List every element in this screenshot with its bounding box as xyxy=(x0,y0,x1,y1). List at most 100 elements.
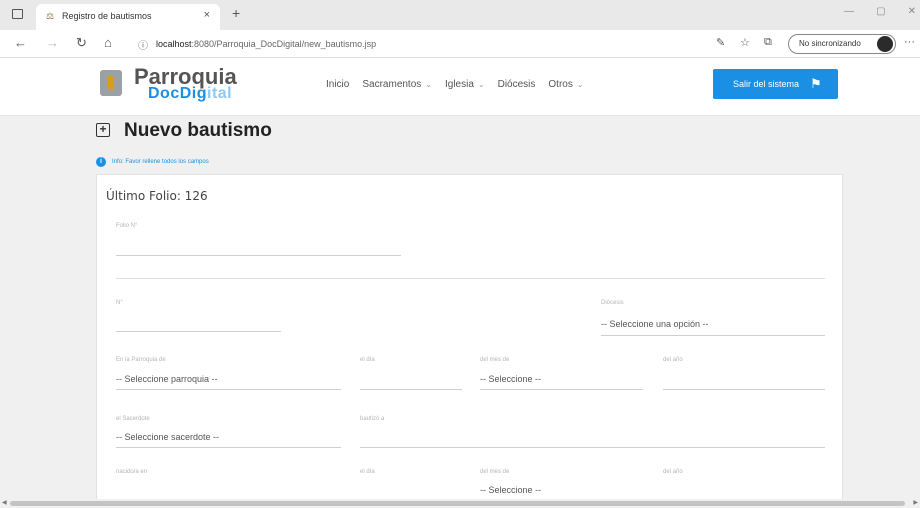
exit-button[interactable]: Salir del sistema ⚑ xyxy=(713,69,838,99)
last-folio: Último Folio: 126 xyxy=(106,189,208,203)
main-nav: Inicio Sacramentos ⌄ Iglesia ⌄ Diócesis Ot… xyxy=(326,79,584,90)
sacerdote-label: el Sacerdote xyxy=(116,416,150,422)
url-host: localhost xyxy=(156,39,192,49)
sacerdote-underline xyxy=(116,447,341,448)
forward-icon[interactable]: → xyxy=(46,35,59,50)
minimize-button[interactable]: — xyxy=(844,6,854,17)
logo-sub-strong: DocDig xyxy=(148,85,207,102)
nav-label: Inicio xyxy=(326,79,350,90)
parroquia-underline xyxy=(116,389,341,390)
number-label: N° xyxy=(116,300,123,306)
day-underline xyxy=(360,389,462,390)
sacerdote-select[interactable]: el Sacerdote -- Seleccione sacerdote -- xyxy=(116,416,341,452)
folio-underline xyxy=(116,255,401,256)
number-underline xyxy=(116,331,281,332)
read-aloud-icon[interactable]: ✎ xyxy=(716,36,725,49)
scrollbar-thumb[interactable] xyxy=(10,501,905,506)
nav-item-iglesia[interactable]: Iglesia ⌄ xyxy=(445,79,485,90)
logo-icon xyxy=(100,70,122,96)
exit-button-label: Salir del sistema xyxy=(733,79,800,89)
nav-label: Iglesia xyxy=(444,79,474,90)
site-header: Parroquia DocDigital Inicio Sacramentos ⌄… xyxy=(0,58,920,116)
collections-icon[interactable]: ⧉ xyxy=(764,36,772,49)
day-field[interactable]: el día xyxy=(360,357,462,393)
window-controls: — ▢ ✕ xyxy=(844,6,916,17)
logo-subtitle: DocDigital xyxy=(148,85,232,103)
horizontal-scrollbar[interactable]: ◀ ▶ xyxy=(0,499,920,508)
number-field[interactable]: N° xyxy=(116,300,281,334)
birthplace-label: nacido/a en xyxy=(116,469,148,475)
url-text: localhost:8080/Parroquia_DocDigital/new_… xyxy=(156,39,376,49)
plus-square-icon: + xyxy=(96,123,110,137)
year-field[interactable]: del año xyxy=(663,357,825,393)
nav-item-sacramentos[interactable]: Sacramentos ⌄ xyxy=(362,79,432,90)
baptized-name-field[interactable]: bautizó a xyxy=(360,416,825,452)
more-icon[interactable]: ··· xyxy=(904,36,915,48)
window-icon[interactable] xyxy=(12,9,23,19)
year-label: del año xyxy=(663,357,683,363)
close-window-button[interactable]: ✕ xyxy=(908,6,916,17)
scroll-right-icon[interactable]: ▶ xyxy=(913,499,918,506)
exit-icon: ⚑ xyxy=(810,76,822,91)
info-text: Info: Favor rellene todos los campos xyxy=(112,159,209,165)
parroquia-select[interactable]: En la Parroquia de -- Seleccione parroqu… xyxy=(116,357,341,393)
month-underline xyxy=(480,389,643,390)
new-tab-button[interactable]: + xyxy=(232,5,240,21)
baptized-underline xyxy=(360,447,825,448)
birth-year-field[interactable]: del año xyxy=(663,469,825,503)
reload-icon[interactable]: ↻ xyxy=(76,35,87,51)
baptized-label: bautizó a xyxy=(360,416,385,422)
address-bar-row: ← → ↻ ⌂ ⓘ localhost:8080/Parroquia_DocDi… xyxy=(0,30,920,58)
info-icon: i xyxy=(96,157,106,167)
nav-item-otros[interactable]: Otros ⌄ xyxy=(548,79,583,90)
day-label: el día xyxy=(360,357,375,363)
chevron-down-icon: ⌄ xyxy=(477,80,485,89)
site-info-icon[interactable]: ⓘ xyxy=(138,37,148,52)
browser-tab[interactable]: ⚖ Registro de bautismos × xyxy=(36,4,220,30)
birth-year-label: del año xyxy=(663,469,683,475)
nav-label: Diócesis xyxy=(497,79,536,90)
form-card: Último Folio: 126 Folio N° N° Diócesis -… xyxy=(96,174,843,504)
month-value: -- Seleccione -- xyxy=(480,374,542,384)
diocesis-label: Diócesis xyxy=(601,300,624,306)
birth-month-value: -- Seleccione -- xyxy=(480,485,542,495)
profile-button[interactable]: No sincronizando xyxy=(788,34,896,54)
parroquia-value: -- Seleccione parroquia -- xyxy=(116,374,218,384)
birth-day-field[interactable]: el día xyxy=(360,469,462,503)
birth-month-select[interactable]: del mes de -- Seleccione -- xyxy=(480,469,643,503)
folio-label: Folio N° xyxy=(116,223,138,229)
profile-label: No sincronizando xyxy=(799,39,861,48)
month-label: del mes de xyxy=(480,357,510,363)
nav-item-diocesis[interactable]: Diócesis xyxy=(498,79,536,90)
folio-field[interactable]: Folio N° xyxy=(116,223,401,259)
url-field[interactable]: ⌂ ⓘ localhost:8080/Parroquia_DocDigital/… xyxy=(104,34,690,54)
tab-title: Registro de bautismos xyxy=(62,11,152,21)
scroll-left-icon[interactable]: ◀ xyxy=(2,499,7,506)
home-icon[interactable]: ⌂ xyxy=(104,35,112,50)
chevron-down-icon: ⌄ xyxy=(425,80,432,89)
year-underline xyxy=(663,389,825,390)
diocesis-select[interactable]: Diócesis -- Seleccione una opción -- xyxy=(601,300,825,338)
divider xyxy=(116,278,825,279)
back-icon[interactable]: ← xyxy=(14,35,27,50)
tab-close-icon[interactable]: × xyxy=(204,9,210,21)
birthplace-field[interactable]: nacido/a en xyxy=(116,469,341,503)
diocesis-underline xyxy=(601,335,825,336)
tab-favicon: ⚖ xyxy=(46,11,55,21)
logo-sub-light: ital xyxy=(207,85,233,102)
birth-month-label: del mes de xyxy=(480,469,510,475)
month-select[interactable]: del mes de -- Seleccione -- xyxy=(480,357,643,393)
parroquia-label: En la Parroquia de xyxy=(116,357,166,363)
restore-button[interactable]: ▢ xyxy=(876,6,885,17)
url-path: :8080/Parroquia_DocDigital/new_bautismo.… xyxy=(191,39,377,49)
nav-label: Sacramentos xyxy=(362,79,422,90)
diocesis-value: -- Seleccione una opción -- xyxy=(601,319,709,329)
chevron-down-icon: ⌄ xyxy=(576,80,584,89)
nav-item-inicio[interactable]: Inicio xyxy=(326,79,349,90)
nav-label: Otros xyxy=(548,79,573,90)
browser-tab-bar: ⚖ Registro de bautismos × + — ▢ ✕ xyxy=(0,0,920,30)
page-title: Nuevo bautismo xyxy=(124,120,272,141)
avatar xyxy=(877,36,893,52)
sacerdote-value: -- Seleccione sacerdote -- xyxy=(116,432,220,442)
favorite-icon[interactable]: ☆ xyxy=(740,36,750,49)
